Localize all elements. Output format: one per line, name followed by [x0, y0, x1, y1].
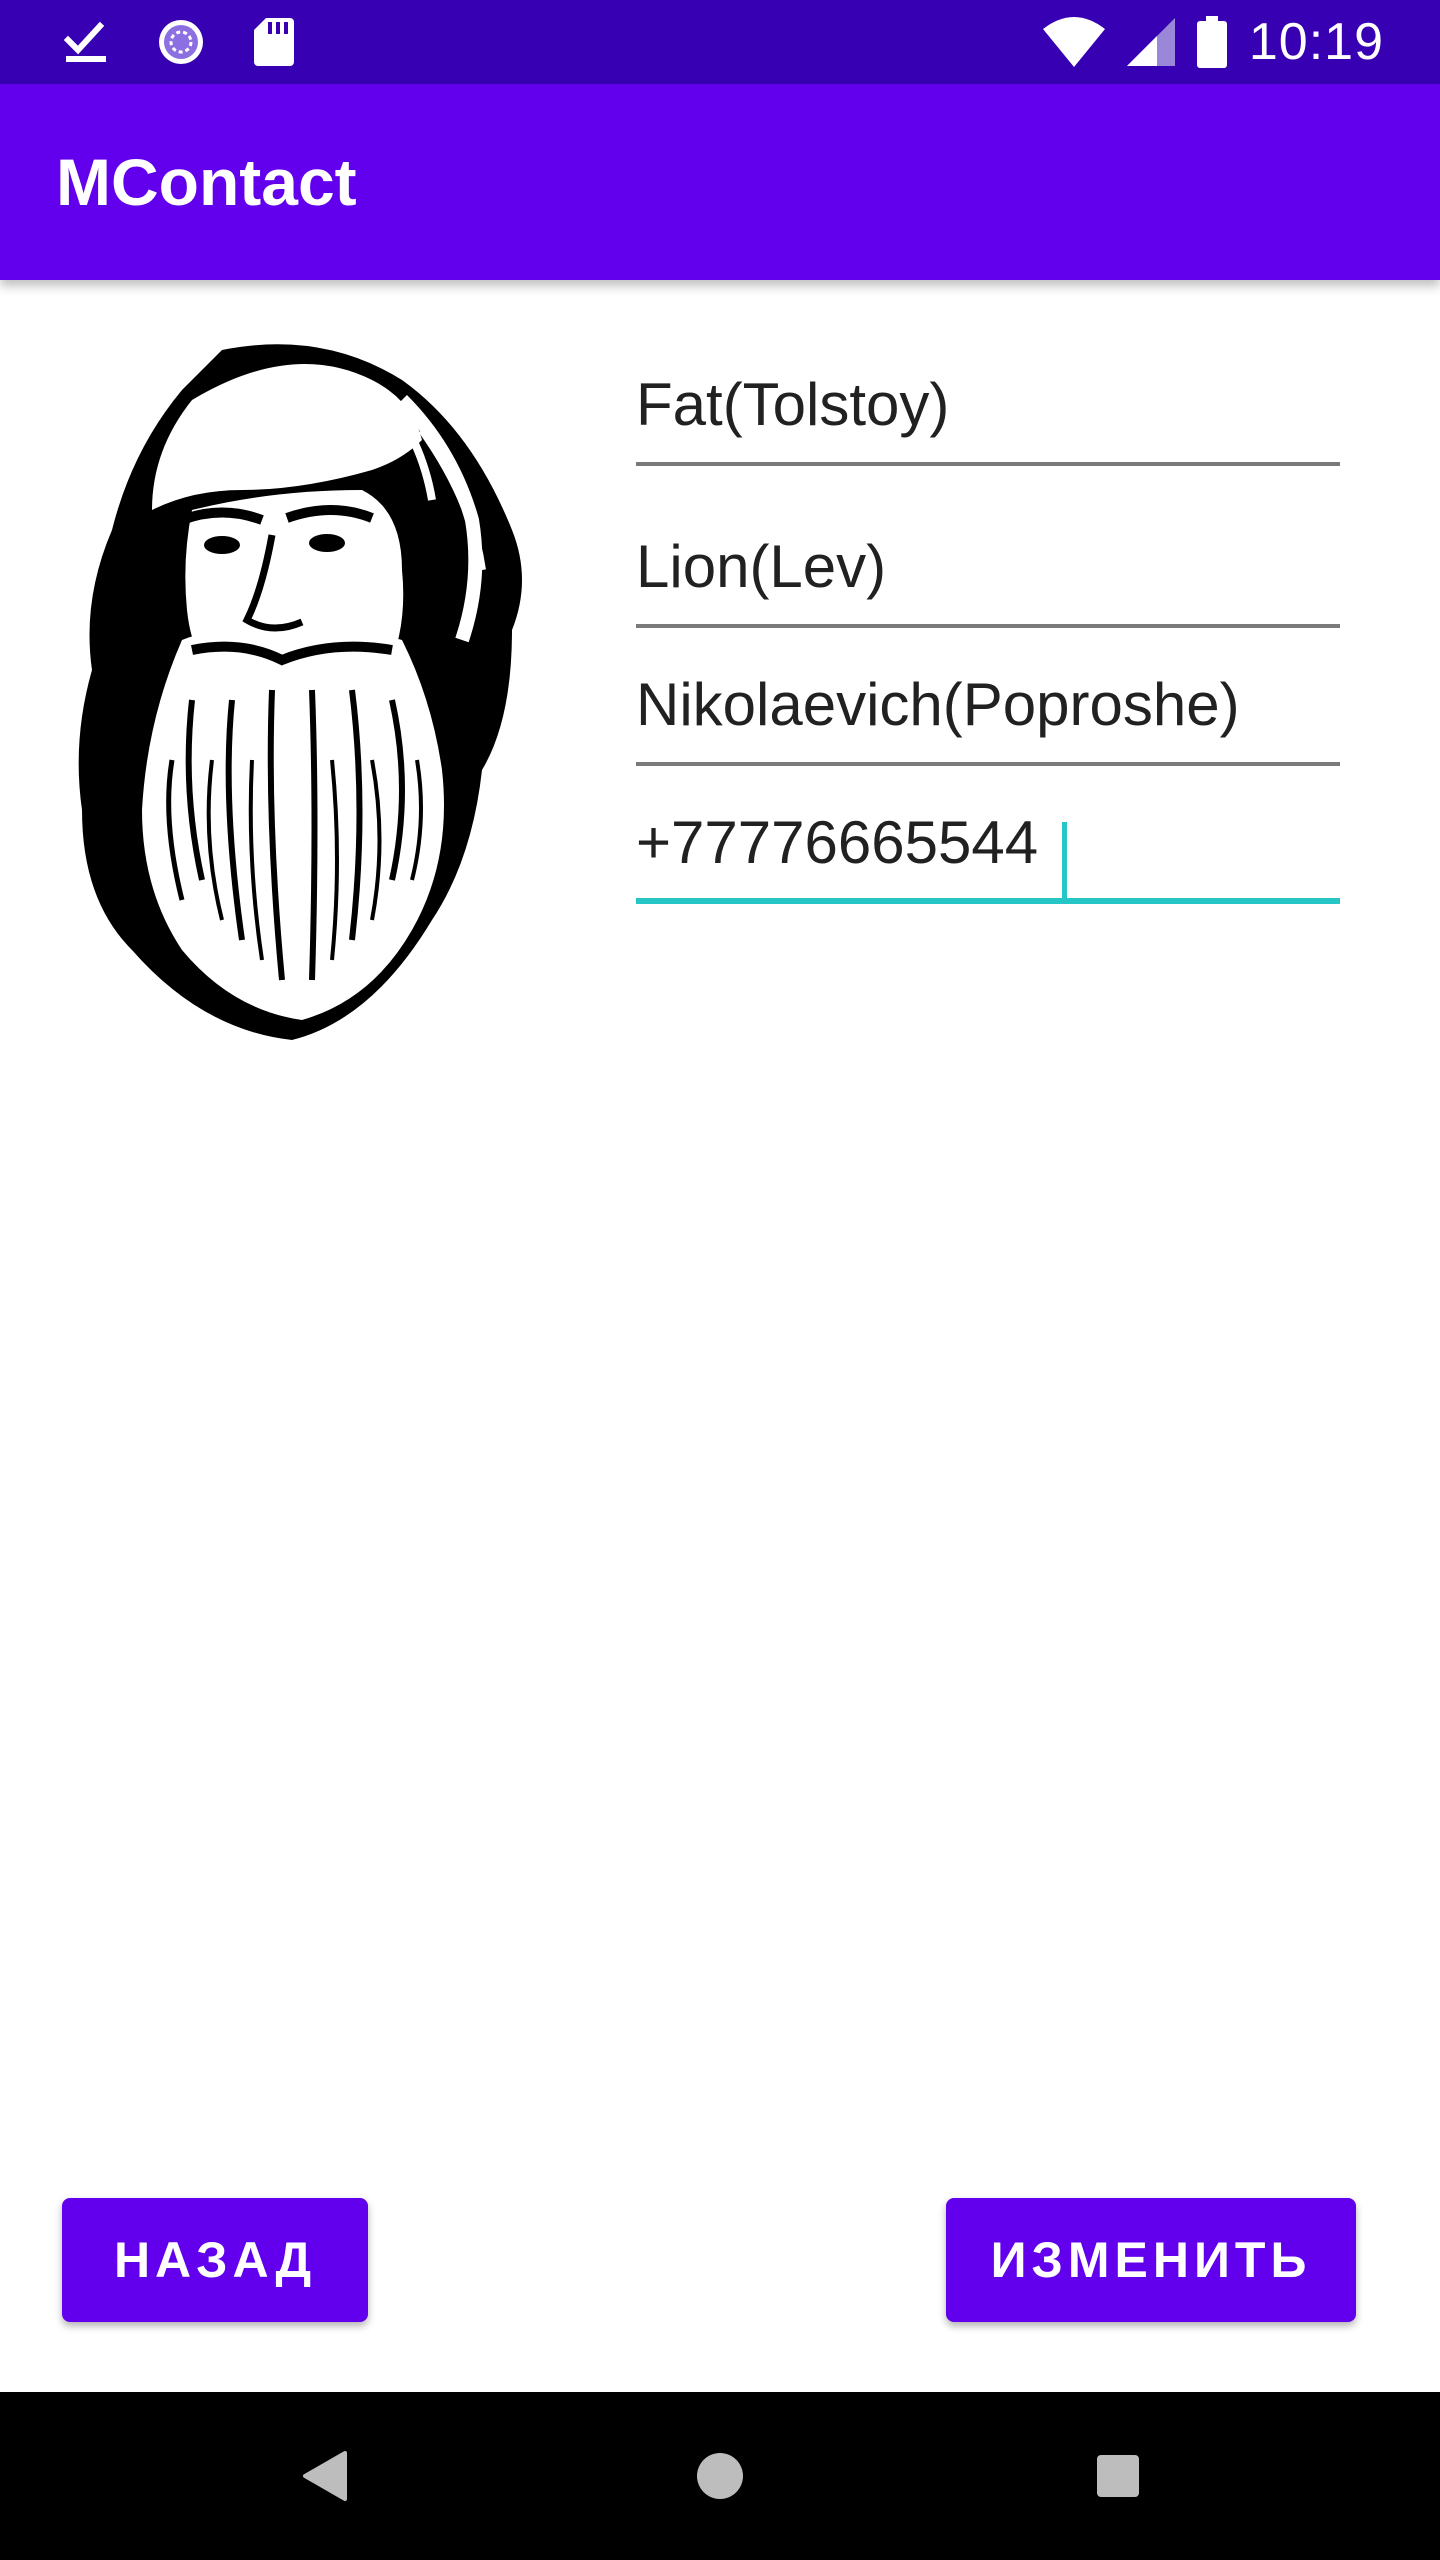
navigation-bar — [0, 2392, 1440, 2560]
phone-field[interactable] — [636, 794, 1340, 904]
edit-button[interactable]: ИЗМЕНИТЬ — [946, 2198, 1356, 2322]
status-time: 10:19 — [1248, 13, 1384, 71]
sd-card-icon — [254, 18, 294, 66]
status-right-icons: 10:19 — [1042, 13, 1384, 71]
last-name-input[interactable] — [636, 356, 1340, 466]
middle-name-field[interactable] — [636, 656, 1340, 766]
download-done-icon — [64, 20, 108, 64]
phone-underline — [636, 898, 1340, 904]
contact-photo[interactable] — [72, 340, 532, 1040]
recents-square-icon[interactable] — [1076, 2434, 1160, 2518]
bearded-man-portrait-image — [78, 344, 523, 1040]
home-circle-icon[interactable] — [678, 2434, 762, 2518]
cell-signal-icon — [1126, 18, 1175, 66]
battery-icon — [1196, 16, 1227, 68]
back-triangle-icon[interactable] — [282, 2434, 366, 2518]
wifi-icon — [1042, 17, 1105, 67]
text-cursor — [1062, 822, 1067, 902]
first-name-input[interactable] — [636, 518, 1340, 628]
sync-progress-icon — [156, 17, 206, 67]
last-name-underline — [636, 462, 1340, 466]
first-name-underline — [636, 624, 1340, 628]
app-bar: MContact — [0, 84, 1440, 280]
status-left-icons — [64, 14, 294, 70]
middle-name-underline — [636, 762, 1340, 766]
last-name-field[interactable] — [636, 356, 1340, 466]
contact-edit-screen: 10:19 MContact Fat(Tolstoy) Lion(Lev) Ni… — [0, 0, 1440, 2560]
phone-input[interactable] — [636, 794, 1340, 904]
app-title: MContact — [56, 145, 357, 219]
back-button[interactable]: НАЗАД — [62, 2198, 368, 2322]
middle-name-input[interactable] — [636, 656, 1340, 766]
first-name-field[interactable] — [636, 518, 1340, 628]
status-bar: 10:19 — [0, 0, 1440, 84]
